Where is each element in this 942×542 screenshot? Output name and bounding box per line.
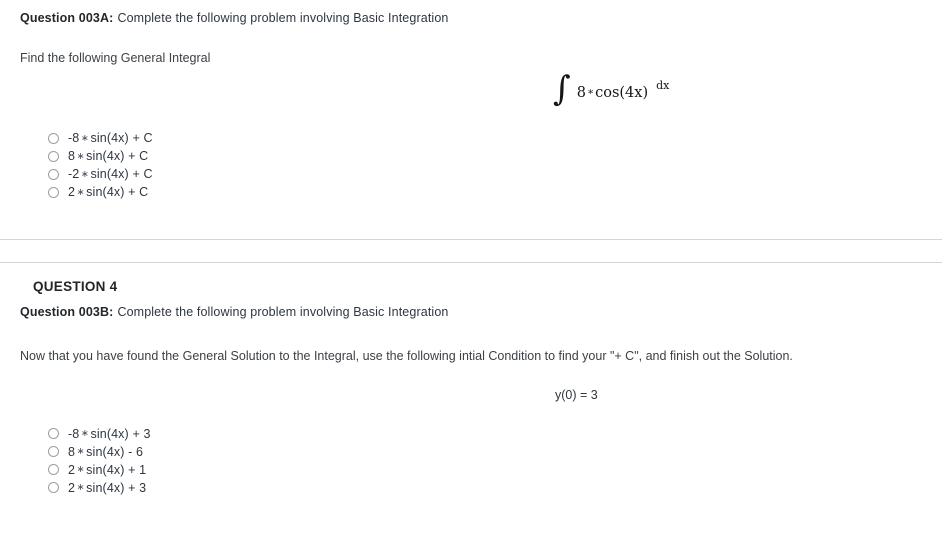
differential-dx: dx (656, 79, 670, 93)
integrand-coefficient: 8 (576, 85, 586, 102)
multiply-operator-icon: ∗ (76, 446, 85, 458)
integrand: 8∗cos(4x) (577, 85, 648, 101)
option-label: -8 ∗ sin(4x) + C (68, 131, 153, 145)
multiply-operator-icon: ∗ (76, 186, 85, 198)
option-row[interactable]: -2 ∗ sin(4x) + C (30, 166, 922, 183)
question-003a-prompt: Question 003A: Complete the following pro… (20, 0, 922, 27)
option-label: 2 ∗ sin(4x) + C (68, 185, 148, 199)
multiply-operator-icon: ∗ (80, 132, 89, 144)
quiz-page: { "question_a": { "label": "Question 003… (0, 0, 942, 542)
radio-button-icon[interactable] (48, 464, 59, 476)
option-term: sin(4x) + C (86, 149, 149, 164)
question-003b-block: Question 003B: Complete the following pro… (0, 294, 942, 496)
radio-button-icon[interactable] (48, 428, 59, 440)
radio-button-icon[interactable] (48, 446, 59, 458)
question-003a-options[interactable]: -8 ∗ sin(4x) + C 8 ∗ sin(4x) + C -2 ∗ sin(4x) … (20, 130, 922, 201)
question-003b-prompt-text: Complete the following problem involving… (117, 305, 449, 320)
multiply-operator-icon: ∗ (80, 428, 89, 440)
option-label: 8 ∗ sin(4x) + C (68, 149, 148, 163)
option-term: sin(4x) + 1 (86, 462, 147, 477)
option-term: sin(4x) + C (90, 131, 153, 146)
option-row[interactable]: 2 ∗ sin(4x) + 1 (30, 462, 922, 479)
question-4-heading: QUESTION 4 (33, 279, 118, 295)
question-003a-label: Question 003A: (20, 11, 114, 25)
question-003a-block: Question 003A: Complete the following pro… (0, 0, 942, 200)
option-coefficient: 8 (68, 149, 76, 164)
option-coefficient: -2 (68, 167, 80, 182)
option-coefficient: 2 (68, 185, 76, 200)
radio-button-icon[interactable] (48, 132, 59, 144)
option-term: sin(4x) + 3 (90, 426, 151, 441)
option-coefficient: 2 (68, 480, 76, 495)
integral-expression-row: ∫ 8∗cos(4x) dx (20, 69, 922, 110)
option-term: sin(4x) + C (90, 167, 153, 182)
question-block-divider (0, 262, 942, 264)
option-label: 8 ∗ sin(4x) - 6 (68, 445, 143, 459)
option-label: -8 ∗ sin(4x) + 3 (68, 427, 151, 441)
multiply-operator-icon: ∗ (76, 464, 85, 476)
option-coefficient: 2 (68, 462, 76, 477)
question-003b-options[interactable]: -8 ∗ sin(4x) + 3 8 ∗ sin(4x) - 6 2 ∗ sin(4x) +… (20, 426, 922, 497)
integral-sign-icon: ∫ (553, 69, 571, 110)
option-coefficient: -8 (68, 131, 80, 146)
question-003b-instruction: Now that you have found the General Solu… (20, 349, 793, 364)
option-label: -2 ∗ sin(4x) + C (68, 167, 153, 181)
radio-button-icon[interactable] (48, 482, 59, 494)
question-003b-label: Question 003B: (20, 305, 114, 320)
option-coefficient: 8 (68, 444, 76, 459)
multiply-operator-icon: ∗ (76, 150, 85, 162)
option-row[interactable]: 8 ∗ sin(4x) + C (30, 148, 922, 165)
option-label: 2 ∗ sin(4x) + 1 (68, 463, 146, 477)
question-003b-prompt: Question 003B: Complete the following pro… (20, 294, 922, 321)
question-003a-prompt-text: Complete the following problem involving… (117, 11, 449, 25)
option-term: sin(4x) + 3 (86, 480, 147, 495)
radio-button-icon[interactable] (48, 186, 59, 198)
option-row[interactable]: -8 ∗ sin(4x) + 3 (30, 426, 922, 443)
option-label: 2 ∗ sin(4x) + 3 (68, 481, 146, 495)
radio-button-icon[interactable] (48, 168, 59, 180)
integral-expression: ∫ 8∗cos(4x) dx (553, 69, 670, 110)
option-row[interactable]: 2 ∗ sin(4x) + C (30, 184, 922, 201)
integrand-function: cos(4x) (595, 85, 649, 102)
option-row[interactable]: 8 ∗ sin(4x) - 6 (30, 444, 922, 461)
radio-button-icon[interactable] (48, 150, 59, 162)
option-coefficient: -8 (68, 426, 80, 441)
multiply-operator-icon: ∗ (76, 482, 85, 494)
multiply-operator-icon: ∗ (80, 168, 89, 180)
option-term: sin(4x) + C (86, 185, 149, 200)
option-row[interactable]: -8 ∗ sin(4x) + C (30, 130, 922, 147)
section-divider (0, 239, 942, 241)
option-term: sin(4x) - 6 (86, 444, 144, 459)
multiply-operator-icon: ∗ (586, 86, 595, 99)
question-003a-instruction: Find the following General Integral (20, 51, 211, 66)
initial-condition: y(0) = 3 (555, 387, 598, 402)
option-row[interactable]: 2 ∗ sin(4x) + 3 (30, 480, 922, 497)
